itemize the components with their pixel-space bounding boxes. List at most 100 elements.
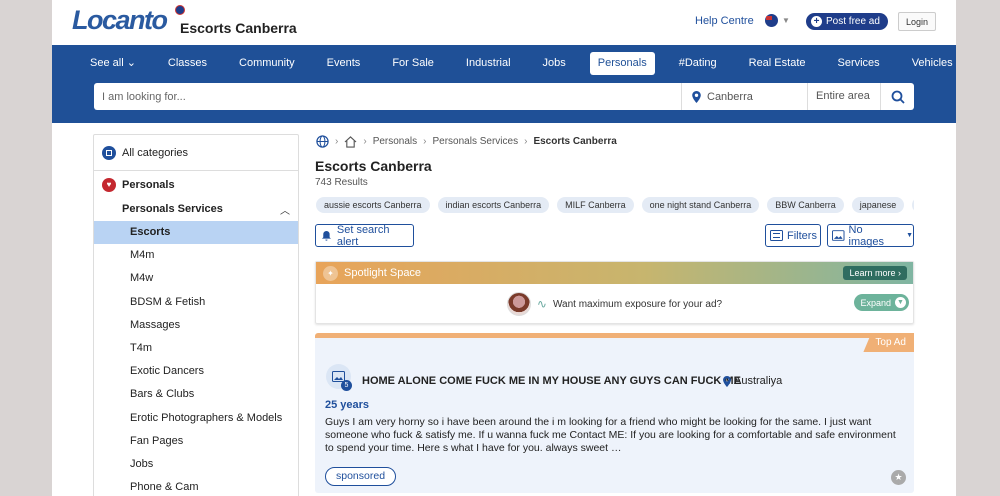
chevron-right-icon: ›	[335, 136, 339, 147]
sidebar-item-bdsm-fetish[interactable]: BDSM & Fetish	[94, 291, 298, 314]
search-button[interactable]	[881, 83, 914, 110]
location-pin-icon	[723, 375, 731, 387]
chevron-right-icon: ›	[363, 136, 367, 147]
category-sidebar: All categories ♥ Personals Personals Ser…	[93, 134, 299, 496]
nav-item-real-estate[interactable]: Real Estate	[741, 52, 814, 75]
nav-item-services[interactable]: Services	[830, 52, 888, 75]
spotlight-header: ✦ Spotlight Space Learn more ›	[316, 262, 913, 284]
globe-icon[interactable]	[316, 135, 329, 148]
radius-select[interactable]: Entire area	[808, 83, 881, 110]
nav-item-industrial[interactable]: Industrial	[458, 52, 519, 75]
nav-item-vehicles[interactable]: Vehicles	[904, 52, 956, 75]
login-button[interactable]: Login	[898, 12, 937, 31]
nav-items: See all ⌄ Classes Community Events For Sale I…	[82, 52, 956, 75]
set-search-alert-button[interactable]: Set search alert	[315, 223, 414, 248]
ad-title[interactable]: HOME ALONE COME FUCK ME IN MY HOUSE ANY …	[362, 375, 741, 387]
all-categories-link[interactable]: All categories	[102, 146, 188, 160]
spotlight-space-banner: ✦ Spotlight Space Learn more › ∿ Want ma…	[315, 261, 914, 324]
locanto-logo[interactable]: Locanto	[72, 5, 168, 36]
search-tag[interactable]: aussie escorts Canberra	[316, 197, 430, 213]
nav-item-community[interactable]: Community	[231, 52, 303, 75]
all-categories-label: All categories	[122, 147, 189, 159]
personals-label: Personals	[122, 179, 175, 191]
breadcrumb: › › Personals › Personals Services › Esc…	[316, 135, 617, 148]
search-tag[interactable]: one night stand Canberra	[641, 197, 760, 213]
location-value: Canberra	[707, 90, 753, 103]
sidebar-item-phone-cam[interactable]: Phone & Cam	[94, 476, 298, 496]
filters-button[interactable]: Filters	[765, 224, 821, 247]
location-pin-icon	[692, 90, 701, 103]
post-free-ad-button[interactable]: + Post free ad	[806, 13, 888, 30]
top-header: Locanto Escorts Canberra Help Centre ▼ +…	[52, 0, 956, 45]
search-tag[interactable]: japanese	[851, 197, 905, 213]
sidebar-item-t4m[interactable]: T4m	[94, 337, 298, 360]
expand-button[interactable]: Expand ▼	[854, 294, 909, 311]
ad-location-label: Australiya	[734, 375, 783, 387]
favorite-star-icon[interactable]: ★	[891, 470, 906, 485]
spotlight-text: Want maximum exposure for your ad?	[552, 298, 723, 310]
nav-item-for-sale[interactable]: For Sale	[384, 52, 442, 75]
sidebar-item-fan-pages[interactable]: Fan Pages	[94, 430, 298, 453]
sidebar-item-escorts[interactable]: Escorts	[94, 221, 298, 245]
personals-category-link[interactable]: ♥ Personals	[102, 178, 175, 192]
personals-services-link[interactable]: Personals Services	[122, 203, 223, 215]
chevron-up-icon[interactable]: ︿	[280, 202, 290, 217]
nav-item-see-all[interactable]: See all ⌄	[82, 52, 144, 75]
sidebar-item-massages[interactable]: Massages	[94, 314, 298, 337]
spotlight-title: Spotlight Space	[344, 267, 422, 279]
nav-item-personals[interactable]: Personals	[589, 52, 655, 75]
nav-item-classes[interactable]: Classes	[160, 52, 215, 75]
sidebar-item-jobs[interactable]: Jobs	[94, 453, 298, 476]
swirl-icon: ∿	[536, 297, 547, 311]
top-ad-card[interactable]: Top Ad 5 HOME ALONE COME FUCK ME IN MY H…	[315, 333, 914, 493]
search-tag[interactable]: indian escorts Canberra	[437, 197, 550, 213]
expand-label: Expand	[860, 297, 891, 308]
sidebar-item-erotic-photographers-models[interactable]: Erotic Photographers & Models	[94, 407, 298, 430]
results-count: 743 Results	[315, 177, 368, 188]
ad-age: 25 years	[325, 399, 370, 411]
post-free-ad-label: Post free ad	[826, 16, 880, 27]
related-search-tags: aussie escorts Canberra indian escorts Ca…	[316, 197, 914, 213]
australia-flag-icon	[765, 14, 778, 27]
location-field[interactable]: Canberra	[682, 83, 808, 110]
country-selector[interactable]: ▼	[765, 14, 790, 27]
set-search-alert-label: Set search alert	[336, 223, 390, 248]
search-bar: Canberra Entire area	[94, 83, 914, 110]
search-tag[interactable]: asian	[912, 197, 914, 213]
subcategory-list: Escorts M4m M4w BDSM & Fetish Massages T4m Exo…	[94, 221, 298, 496]
chevron-right-icon: ›	[524, 136, 528, 147]
plus-icon: +	[811, 16, 822, 27]
nav-item-dating[interactable]: #Dating	[671, 52, 725, 75]
bell-icon	[321, 230, 331, 241]
image-count-badge: 5	[341, 380, 352, 391]
breadcrumb-personals[interactable]: Personals	[373, 136, 417, 147]
ad-description: Guys I am very horny so i have been arou…	[325, 416, 896, 454]
help-centre-link[interactable]: Help Centre	[695, 15, 754, 27]
search-tag[interactable]: BBW Canberra	[767, 197, 844, 213]
australia-flag-icon	[175, 5, 185, 15]
search-tag[interactable]: MILF Canberra	[557, 197, 634, 213]
spotlight-body: ∿ Want maximum exposure for your ad? Exp…	[316, 284, 913, 324]
avatar	[506, 292, 531, 316]
home-icon[interactable]	[344, 135, 357, 148]
search-icon	[891, 90, 905, 104]
breadcrumb-current: Escorts Canberra	[533, 136, 617, 147]
sidebar-item-exotic-dancers[interactable]: Exotic Dancers	[94, 360, 298, 383]
nav-item-events[interactable]: Events	[319, 52, 369, 75]
image-filter-dropdown[interactable]: No images ▼	[827, 223, 914, 248]
ad-location: Australiya	[723, 375, 782, 387]
divider	[94, 170, 298, 171]
learn-more-button[interactable]: Learn more ›	[843, 266, 907, 280]
search-input[interactable]	[94, 83, 682, 110]
image-filter-label: No images	[848, 223, 884, 248]
sidebar-item-bars-clubs[interactable]: Bars & Clubs	[94, 383, 298, 406]
site-title: Escorts Canberra	[180, 20, 297, 36]
sidebar-item-m4w[interactable]: M4w	[94, 267, 298, 290]
chevron-right-icon: ›	[423, 136, 427, 147]
breadcrumb-personals-services[interactable]: Personals Services	[433, 136, 519, 147]
page-title: Escorts Canberra	[315, 158, 432, 174]
sidebar-item-m4m[interactable]: M4m	[94, 244, 298, 267]
nav-item-jobs[interactable]: Jobs	[535, 52, 574, 75]
sponsored-badge: sponsored	[325, 467, 397, 486]
chevron-down-icon: ▼	[895, 297, 906, 308]
